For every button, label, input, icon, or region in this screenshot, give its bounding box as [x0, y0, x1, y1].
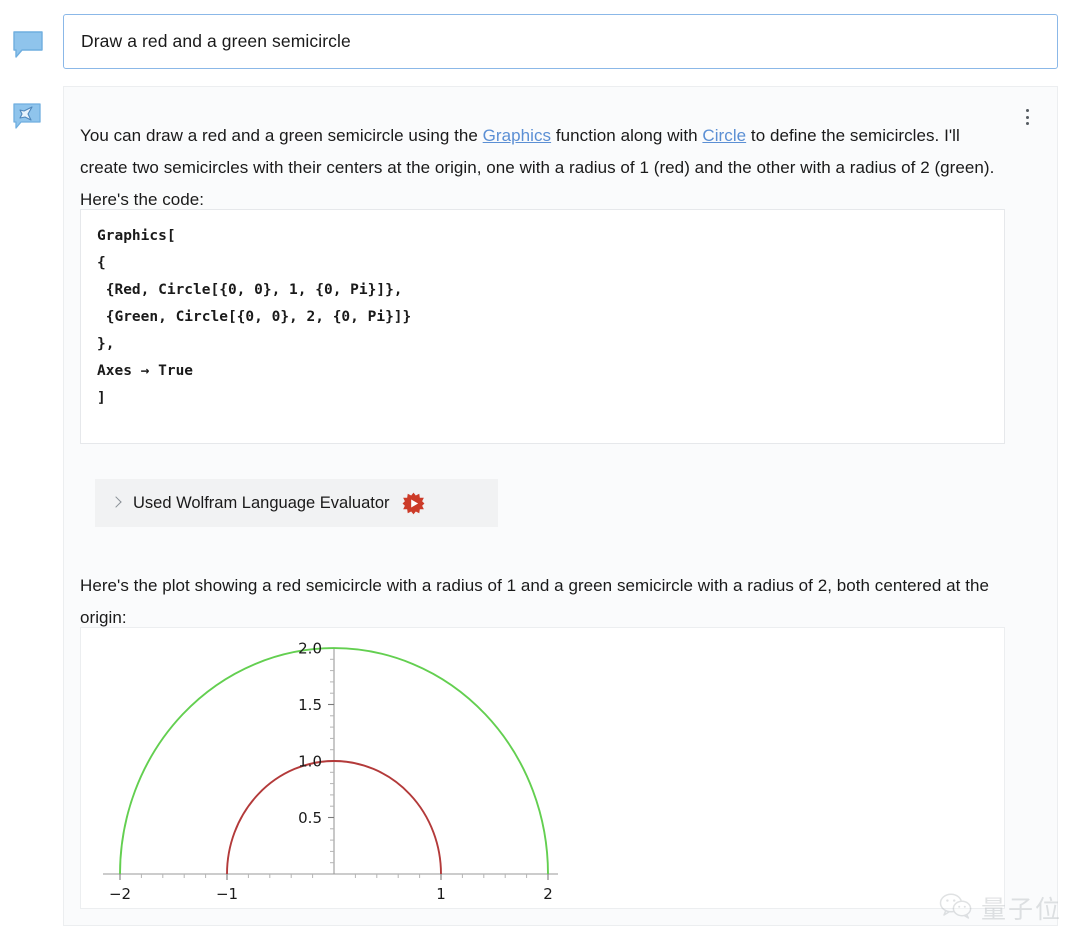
- chat-page: Draw a red and a green semicircle You ca…: [0, 0, 1080, 940]
- wolfram-spikey-icon: [402, 492, 425, 515]
- y-axis-tick-labels: 0.5 1.0 1.5 2.0: [298, 640, 322, 828]
- svg-text:1.5: 1.5: [298, 696, 322, 714]
- assistant-response-card: You can draw a red and a green semicircl…: [63, 86, 1058, 926]
- svg-text:−2: −2: [109, 885, 131, 903]
- prompt-input[interactable]: Draw a red and a green semicircle: [63, 14, 1058, 69]
- code-block: Graphics[ { {Red, Circle[{0, 0}, 1, {0, …: [80, 209, 1005, 444]
- para1-segment-2: function along with: [551, 126, 703, 145]
- tool-used-label: Used Wolfram Language Evaluator: [133, 493, 390, 512]
- response-paragraph-2: Here's the plot showing a red semicircle…: [80, 576, 989, 627]
- prompt-text: Draw a red and a green semicircle: [81, 31, 351, 51]
- svg-text:1.0: 1.0: [298, 753, 322, 771]
- kebab-menu-icon[interactable]: [1019, 107, 1035, 127]
- plot-container: −2 −1 1 2 0.5 1.0 1.5 2.0: [80, 627, 1005, 909]
- link-circle[interactable]: Circle: [702, 126, 746, 145]
- svg-text:0.5: 0.5: [298, 809, 322, 827]
- semicircle-plot: −2 −1 1 2 0.5 1.0 1.5 2.0: [103, 640, 558, 903]
- svg-text:2.0: 2.0: [298, 640, 322, 658]
- response-paragraph-1: You can draw a red and a green semicircl…: [80, 120, 1010, 216]
- wolfram-assistant-icon: [12, 102, 42, 132]
- x-axis-minor-ticks: [140, 874, 528, 878]
- svg-text:1: 1: [436, 885, 446, 903]
- svg-text:2: 2: [543, 885, 553, 903]
- y-axis-major-ticks: [328, 647, 334, 819]
- code-content: Graphics[ { {Red, Circle[{0, 0}, 1, {0, …: [97, 228, 412, 406]
- tool-used-bar[interactable]: Used Wolfram Language Evaluator: [95, 479, 498, 527]
- link-graphics[interactable]: Graphics: [483, 126, 551, 145]
- para1-segment-1: You can draw a red and a green semicircl…: [80, 126, 483, 145]
- chevron-right-icon[interactable]: [109, 496, 123, 510]
- x-axis-tick-labels: −2 −1 1 2: [109, 885, 553, 903]
- speech-bubble-icon: [12, 30, 44, 60]
- svg-text:−1: −1: [216, 885, 238, 903]
- user-prompt-row: Draw a red and a green semicircle: [0, 6, 1080, 72]
